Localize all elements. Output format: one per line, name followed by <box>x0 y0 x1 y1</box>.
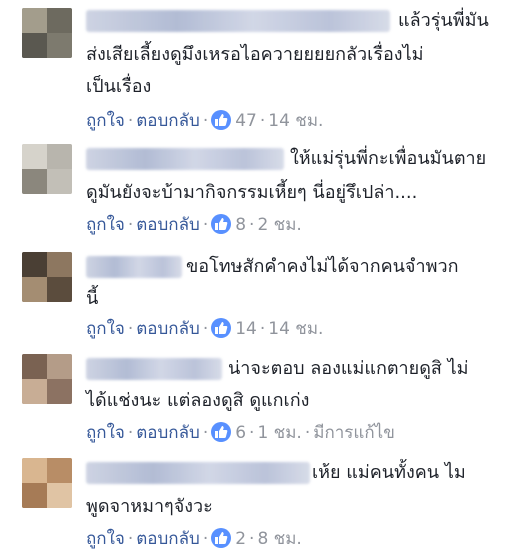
comment-text: น่าจะตอบ ลองแม่แกตายดูสิ ไม่ <box>228 358 469 379</box>
like-count[interactable]: 8 <box>235 215 246 235</box>
comment-text: นี้ <box>86 288 99 309</box>
like-link[interactable]: ถูกใจ <box>86 111 125 131</box>
commenter-name-blurred[interactable] <box>86 10 390 32</box>
avatar[interactable] <box>22 458 72 508</box>
comment-text: ส่งเสียเลี้ยงดูมึงเหรอไอควายยยยกลัวเรื่อ… <box>86 44 424 65</box>
reply-link[interactable]: ตอบกลับ <box>136 111 200 131</box>
like-count[interactable]: 2 <box>235 529 246 549</box>
comment-text: ดูมันยังจะบ้ามากิจกรรมเหี้ยๆ นี่อยู่รึเป… <box>86 182 418 203</box>
avatar[interactable] <box>22 8 72 58</box>
comment-text: แล้วรุ่นพี่มัน <box>398 10 489 31</box>
edited-label[interactable]: มีการแก้ไข <box>313 423 395 443</box>
thumbs-up-icon[interactable] <box>211 110 232 130</box>
like-link[interactable]: ถูกใจ <box>86 319 125 339</box>
comment-text: เห้ย แม่คนทั้งคน ไม <box>312 462 466 483</box>
comment-actions: ถูกใจ · ตอบกลับ · 2 · 8 ชม. <box>86 528 302 549</box>
thumbs-up-icon[interactable] <box>211 214 232 234</box>
like-count[interactable]: 14 <box>235 319 257 339</box>
comment-text: พูดจาหมาๆจังวะ <box>86 496 213 517</box>
commenter-name-blurred[interactable] <box>86 148 284 170</box>
comment-text: ได้แช่งนะ แต่ลองดูสิ ดูแกเก่ง <box>86 390 310 411</box>
commenter-name-blurred[interactable] <box>86 358 222 380</box>
timestamp[interactable]: 2 ชม. <box>257 215 301 235</box>
comment-text: ขอโทษสักคำคงไม่ได้จากคนจำพวก <box>186 256 459 277</box>
like-count[interactable]: 47 <box>235 111 257 131</box>
reply-link[interactable]: ตอบกลับ <box>136 529 200 549</box>
comment-actions: ถูกใจ · ตอบกลับ · 8 · 2 ชม. <box>86 214 302 235</box>
timestamp[interactable]: 14 ชม. <box>268 319 323 339</box>
thumbs-up-icon[interactable] <box>211 422 232 442</box>
avatar[interactable] <box>22 144 72 194</box>
like-link[interactable]: ถูกใจ <box>86 423 125 443</box>
like-link[interactable]: ถูกใจ <box>86 215 125 235</box>
avatar[interactable] <box>22 354 72 404</box>
thumbs-up-icon[interactable] <box>211 528 232 548</box>
comment-text: เป็นเรื่อง <box>86 76 152 97</box>
reply-link[interactable]: ตอบกลับ <box>136 215 200 235</box>
timestamp[interactable]: 1 ชม. <box>257 423 301 443</box>
like-link[interactable]: ถูกใจ <box>86 529 125 549</box>
timestamp[interactable]: 8 ชม. <box>257 529 301 549</box>
timestamp[interactable]: 14 ชม. <box>268 111 323 131</box>
reply-link[interactable]: ตอบกลับ <box>136 319 200 339</box>
comment-actions: ถูกใจ · ตอบกลับ · 47 · 14 ชม. <box>86 110 324 131</box>
avatar[interactable] <box>22 252 72 302</box>
thumbs-up-icon[interactable] <box>211 318 232 338</box>
commenter-name-blurred[interactable] <box>86 462 310 484</box>
reply-link[interactable]: ตอบกลับ <box>136 423 200 443</box>
comment-text: ให้แม่รุ่นพี่กะเพื่อนมันตาย <box>290 148 487 169</box>
comment-actions: ถูกใจ · ตอบกลับ · 14 · 14 ชม. <box>86 318 324 339</box>
commenter-name-blurred[interactable] <box>86 256 182 278</box>
comment-actions: ถูกใจ · ตอบกลับ · 6 · 1 ชม. · มีการแก้ไข <box>86 422 395 443</box>
like-count[interactable]: 6 <box>235 423 246 443</box>
